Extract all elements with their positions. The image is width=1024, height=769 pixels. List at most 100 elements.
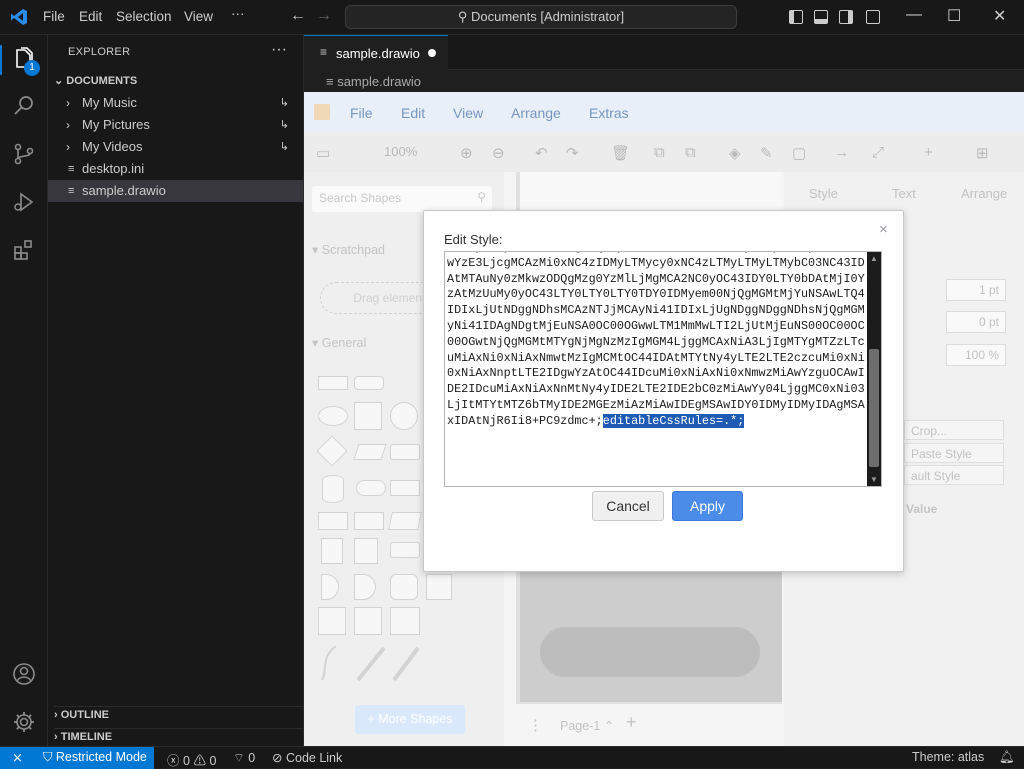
add-page-icon[interactable]: + bbox=[626, 712, 637, 733]
shape-circle[interactable] bbox=[390, 402, 418, 430]
problems-indicator[interactable]: ⓧ 0 ⚠ 0 bbox=[167, 750, 216, 769]
shape-card[interactable] bbox=[354, 538, 378, 564]
shadow-icon[interactable]: ▢ bbox=[792, 144, 806, 162]
tree-item-my-music[interactable]: › My Music ↳ bbox=[48, 92, 303, 114]
close-window-button[interactable]: ✕ bbox=[993, 6, 1006, 26]
menu-more[interactable]: ··· bbox=[231, 6, 245, 21]
outline-section-header[interactable]: › OUTLINE bbox=[54, 706, 304, 721]
shape-rectangle[interactable] bbox=[318, 376, 348, 390]
tree-item-my-videos[interactable]: › My Videos ↳ bbox=[48, 136, 303, 158]
shape-swimlane[interactable] bbox=[318, 607, 346, 635]
shape-storage[interactable] bbox=[390, 574, 418, 600]
breadcrumb[interactable]: ≡ sample.drawio bbox=[326, 74, 421, 89]
theme-indicator[interactable]: Theme: atlas bbox=[912, 750, 984, 764]
scroll-down-icon[interactable]: ▼ bbox=[870, 475, 878, 484]
ports-indicator[interactable]: ⌔ 0 bbox=[233, 750, 255, 766]
zoom-select[interactable]: 100% bbox=[384, 144, 417, 159]
menu-edit[interactable]: Edit bbox=[79, 9, 102, 24]
timeline-section-header[interactable]: › TIMELINE bbox=[54, 728, 304, 743]
back-arrow-icon[interactable]: ← bbox=[290, 7, 306, 25]
drawio-menu-view[interactable]: View bbox=[453, 105, 483, 121]
tab-arrange[interactable]: Arrange bbox=[961, 186, 1007, 201]
unsaved-dot-icon[interactable] bbox=[428, 49, 436, 57]
set-default-style-button[interactable]: ault Style bbox=[904, 465, 1004, 485]
tree-item-my-pictures[interactable]: › My Pictures ↳ bbox=[48, 114, 303, 136]
scroll-up-icon[interactable]: ▲ bbox=[870, 254, 878, 263]
remote-indicator-icon[interactable]: ⨯ bbox=[0, 747, 35, 769]
shape-table[interactable] bbox=[390, 607, 420, 635]
connection-icon[interactable]: → bbox=[834, 144, 849, 161]
dialog-close-icon[interactable]: × bbox=[879, 221, 888, 238]
fill-color-icon[interactable]: ◈ bbox=[729, 144, 741, 162]
perimeter-input[interactable]: 0 pt bbox=[946, 311, 1006, 333]
textarea-scrollbar[interactable]: ▲ ▼ bbox=[867, 252, 881, 486]
drawio-menu-edit[interactable]: Edit bbox=[401, 105, 425, 121]
settings-gear-icon[interactable] bbox=[12, 710, 36, 734]
scratchpad-header[interactable]: ▾ Scratchpad bbox=[312, 242, 385, 257]
menu-file[interactable]: File bbox=[43, 9, 65, 24]
crop-button[interactable]: Crop... bbox=[904, 420, 1004, 440]
tab-style[interactable]: Style bbox=[809, 186, 838, 201]
forward-arrow-icon[interactable]: → bbox=[316, 7, 332, 25]
insert-icon[interactable]: + bbox=[924, 144, 933, 161]
minimize-button[interactable]: — bbox=[906, 6, 922, 24]
shape-container[interactable] bbox=[354, 607, 382, 635]
shape-rounded-rectangle[interactable] bbox=[354, 376, 384, 390]
menu-selection[interactable]: Selection bbox=[116, 9, 172, 24]
to-front-icon[interactable]: ⧉ bbox=[654, 144, 665, 161]
shape-trapezoid[interactable] bbox=[388, 512, 422, 530]
toggle-primary-sidebar-icon[interactable] bbox=[789, 10, 803, 24]
zoom-out-icon[interactable]: ⊖ bbox=[492, 144, 505, 162]
customize-layout-icon[interactable] bbox=[866, 10, 880, 24]
notifications-bell-icon[interactable]: 🔔︎ bbox=[999, 750, 1015, 765]
cancel-button[interactable]: Cancel bbox=[592, 491, 664, 521]
to-back-icon[interactable]: ⧉ bbox=[685, 144, 696, 161]
drawio-menu-arrange[interactable]: Arrange bbox=[511, 105, 561, 121]
explorer-more-button[interactable]: ··· bbox=[271, 41, 287, 59]
page-tab[interactable]: Page-1 ⌃ bbox=[560, 718, 614, 733]
menu-view[interactable]: View bbox=[184, 9, 213, 24]
page-view-icon[interactable]: ▭ bbox=[316, 144, 330, 162]
line-color-icon[interactable]: ✎ bbox=[760, 144, 773, 162]
paste-style-button[interactable]: Paste Style bbox=[904, 443, 1004, 463]
apply-button[interactable]: Apply bbox=[672, 491, 743, 521]
restricted-mode-button[interactable]: ⛉ Restricted Mode bbox=[35, 747, 154, 769]
delete-icon[interactable]: 🗑 bbox=[611, 144, 630, 162]
tab-sample-drawio[interactable]: ≡ sample.drawio bbox=[304, 35, 448, 70]
drawio-menu-extras[interactable]: Extras bbox=[589, 105, 629, 121]
shape-internal-storage[interactable] bbox=[426, 574, 452, 600]
zoom-in-icon[interactable]: ⊕ bbox=[460, 144, 473, 162]
diagram-shape-base[interactable] bbox=[540, 627, 760, 677]
waypoints-icon[interactable]: ⤢ bbox=[872, 144, 884, 161]
accounts-icon[interactable] bbox=[12, 662, 36, 686]
shape-cylinder[interactable] bbox=[322, 475, 344, 503]
code-link-button[interactable]: ⊘ Code Link bbox=[272, 750, 342, 765]
shape-step[interactable] bbox=[354, 512, 384, 530]
undo-icon[interactable]: ↶ bbox=[535, 144, 548, 162]
documents-section-header[interactable]: ⌄ DOCUMENTS bbox=[54, 74, 137, 87]
tab-text[interactable]: Text bbox=[892, 186, 916, 201]
shape-hexagon[interactable] bbox=[390, 444, 420, 460]
shape-square[interactable] bbox=[354, 402, 382, 430]
table-icon[interactable]: ⊞ bbox=[976, 144, 989, 162]
opacity-input[interactable]: 100 % bbox=[946, 344, 1006, 366]
toggle-panel-icon[interactable] bbox=[814, 10, 828, 24]
search-icon[interactable] bbox=[12, 94, 36, 118]
pages-menu-icon[interactable]: ⋮ bbox=[528, 716, 543, 734]
shape-note[interactable] bbox=[321, 538, 343, 564]
more-shapes-button[interactable]: + More Shapes bbox=[355, 705, 465, 734]
shape-document[interactable] bbox=[390, 480, 420, 496]
command-center-search[interactable]: ⚲ Documents [Administrator] bbox=[345, 5, 737, 29]
extensions-icon[interactable] bbox=[12, 238, 36, 262]
source-control-icon[interactable] bbox=[12, 142, 36, 166]
run-debug-icon[interactable] bbox=[12, 190, 36, 214]
toggle-secondary-sidebar-icon[interactable] bbox=[839, 10, 853, 24]
shape-arrows-icon[interactable] bbox=[318, 640, 428, 686]
shape-cube[interactable] bbox=[318, 512, 348, 530]
drawio-menu-file[interactable]: File bbox=[350, 105, 373, 121]
general-header[interactable]: ▾ General bbox=[312, 335, 366, 350]
redo-icon[interactable]: ↷ bbox=[566, 144, 579, 162]
shape-parallelogram[interactable] bbox=[353, 444, 387, 460]
search-shapes-input[interactable]: Search Shapes ⚲ bbox=[312, 186, 492, 212]
shape-cloud[interactable] bbox=[356, 480, 386, 496]
